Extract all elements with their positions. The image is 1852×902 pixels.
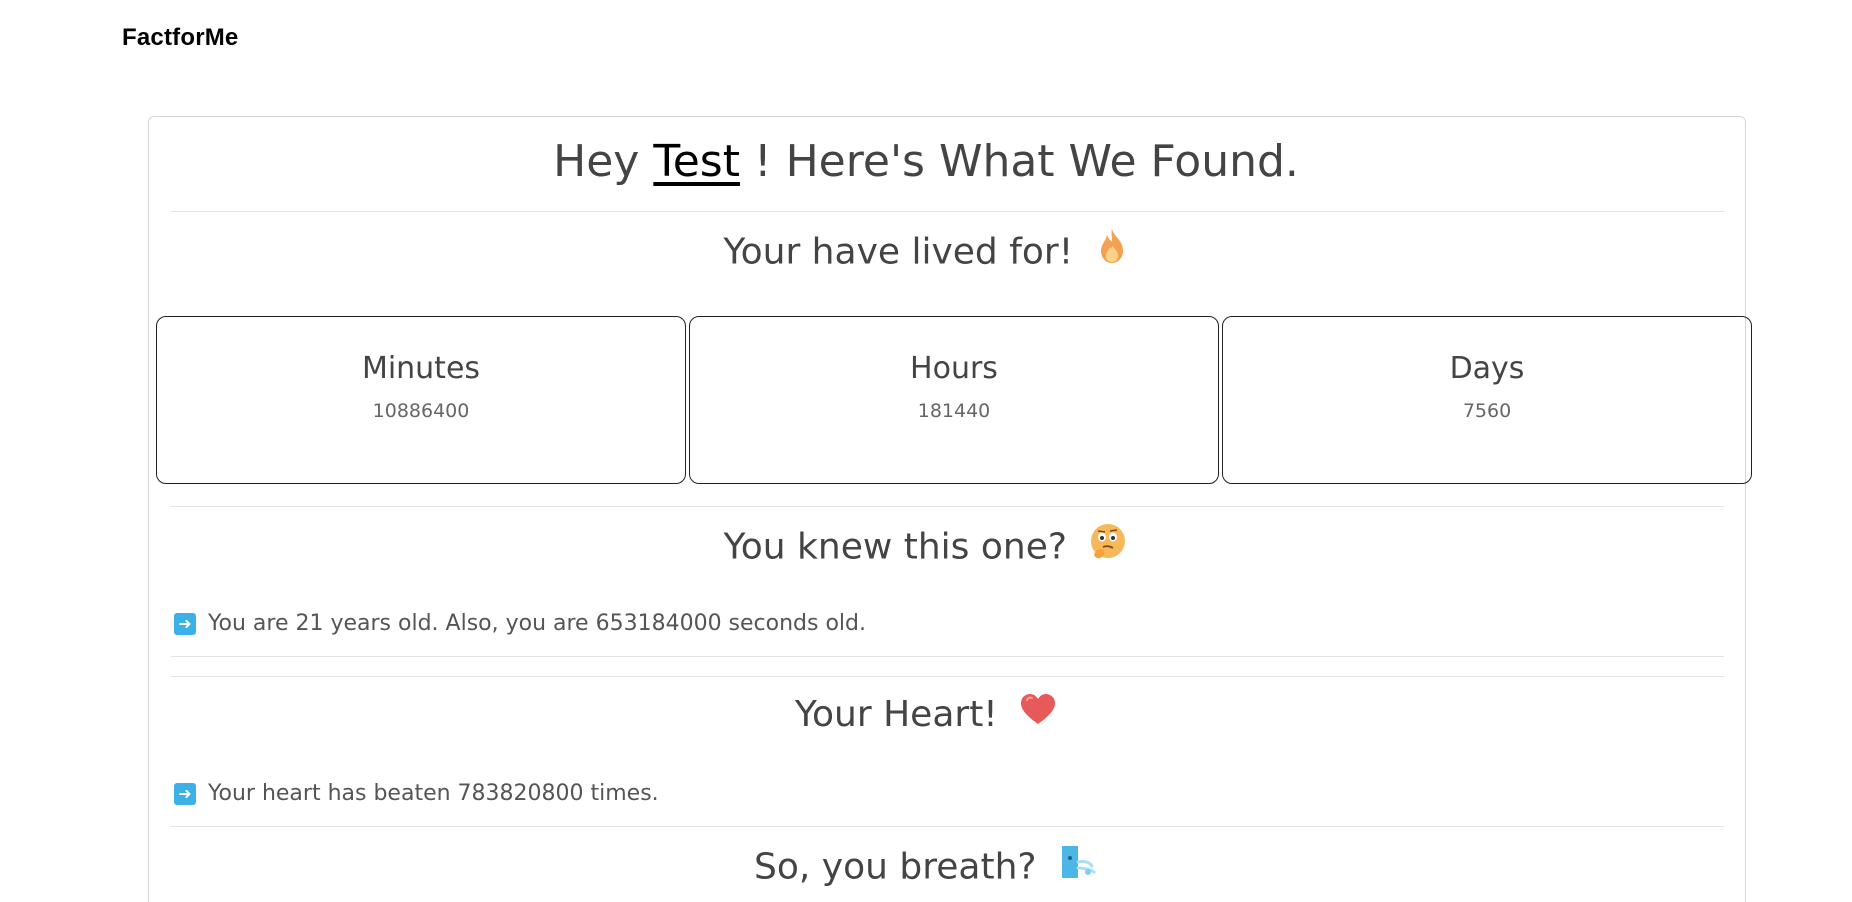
days-stat-card: Days 7560 — [1222, 316, 1752, 484]
knew-section-title: You knew this one? — [0, 524, 1852, 573]
hours-value: 181440 — [917, 400, 991, 422]
wind-face-icon — [1058, 842, 1098, 889]
user-name-link[interactable]: Test — [653, 136, 740, 187]
hours-label: Hours — [910, 351, 998, 386]
hours-stat-card: Hours 181440 — [689, 316, 1219, 484]
lived-title-text: Your have lived for! — [723, 231, 1074, 273]
minutes-stat-card: Minutes 10886400 — [156, 316, 686, 484]
heart-title-text: Your Heart! — [794, 694, 998, 735]
days-label: Days — [1449, 351, 1525, 386]
minutes-label: Minutes — [361, 351, 481, 386]
heart-fact: ➜ Your heart has beaten 783820800 times. — [174, 781, 659, 806]
greeting-suffix: ! Here's What We Found. — [753, 136, 1299, 187]
greeting-prefix: Hey — [553, 136, 640, 187]
breath-section-title: So, you breath? — [0, 845, 1852, 892]
heart-icon — [1019, 692, 1057, 735]
divider — [171, 211, 1724, 212]
minutes-value: 10886400 — [372, 400, 470, 422]
page: FactforMe Hey Test ! Here's What We Foun… — [0, 0, 1852, 902]
brand-logo[interactable]: FactforMe — [122, 24, 238, 52]
arrow-right-icon: ➜ — [174, 782, 196, 805]
divider — [171, 676, 1724, 677]
fire-icon — [1095, 227, 1129, 274]
heart-section-title: Your Heart! — [0, 692, 1852, 738]
thinking-face-icon — [1088, 521, 1128, 570]
divider — [171, 826, 1724, 827]
page-title: Hey Test ! Here's What We Found. — [0, 136, 1852, 187]
knew-title-text: You knew this one? — [723, 526, 1067, 568]
heart-fact-text: Your heart has beaten 783820800 times. — [208, 781, 659, 806]
breath-title-text: So, you breath? — [754, 846, 1037, 888]
divider — [171, 506, 1724, 507]
arrow-right-icon: ➜ — [174, 612, 196, 635]
lived-section-title: Your have lived for! — [0, 227, 1852, 277]
age-fact-text: You are 21 years old. Also, you are 6531… — [208, 611, 867, 636]
divider — [171, 656, 1724, 657]
age-fact: ➜ You are 21 years old. Also, you are 65… — [174, 611, 866, 636]
days-value: 7560 — [1462, 400, 1512, 422]
